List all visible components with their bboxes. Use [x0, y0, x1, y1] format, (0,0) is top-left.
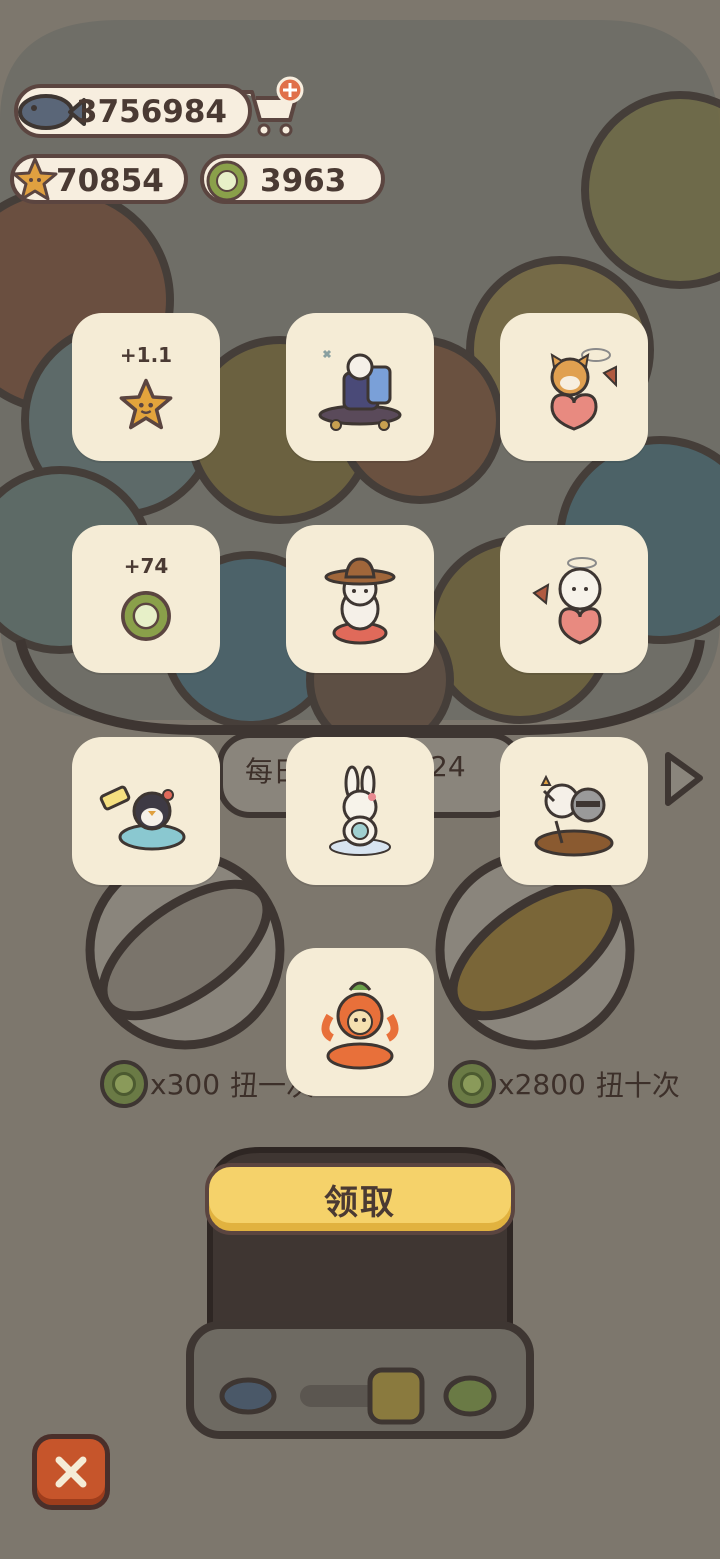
star-icon [119, 378, 173, 430]
next-arrow-button[interactable] [660, 748, 710, 810]
reward-amount: +1.1 [119, 343, 173, 367]
star-currency-pill: 70854 [10, 154, 188, 204]
coin-count: 3963 [260, 163, 347, 199]
reward-card-penguin-bath[interactable] [72, 737, 220, 885]
star-icon [12, 156, 58, 206]
coin-icon [204, 158, 250, 208]
raccoon-skateboard-charm-icon [318, 349, 402, 431]
close-button[interactable] [32, 1434, 110, 1510]
spin-once-cost: x300 [150, 1067, 221, 1101]
reward-card-raccoon-skateboard[interactable] [286, 313, 434, 461]
cowboy-cat-charm-icon [324, 557, 396, 645]
spin-ten-label[interactable]: x2800 扭十次 [448, 1060, 680, 1108]
reward-card-carrot-bunny[interactable] [286, 948, 434, 1096]
reward-card-bunny-cloud[interactable] [286, 737, 434, 885]
penguin-bath-charm-icon [99, 785, 186, 851]
carrot-bunny-charm-icon [321, 981, 399, 1070]
coin-icon [448, 1060, 496, 1108]
cat-raccoon-boat-charm-icon [534, 774, 614, 857]
bunny-cloud-charm-icon [329, 765, 391, 856]
reward-card-cat-raccoon-boat[interactable] [500, 737, 648, 885]
close-icon [55, 1456, 87, 1488]
reward-card-angel-sheep[interactable] [500, 525, 648, 673]
reward-card-star[interactable]: +1.1 [72, 313, 220, 461]
angel-sheep-heart-charm-icon [532, 557, 602, 645]
reward-card-coin[interactable]: +74 [72, 525, 220, 673]
daily-label-right: 24 [430, 750, 466, 783]
cart-plus-icon [242, 76, 304, 137]
spin-once-label[interactable]: x300 扭一次 [100, 1060, 314, 1108]
coin-currency-pill: 3963 [200, 154, 385, 204]
coin-icon [100, 1060, 148, 1108]
claim-button[interactable]: 领取 [205, 1163, 515, 1235]
coin-icon [121, 591, 171, 641]
fish-currency-pill: 3756984 [14, 84, 252, 138]
reward-amount: +74 [123, 554, 169, 578]
spin-ten-cost: x2800 [498, 1067, 586, 1101]
reward-card-shiba-heart[interactable] [500, 313, 648, 461]
reward-card-cowboy-cat[interactable] [286, 525, 434, 673]
star-count: 70854 [56, 163, 164, 199]
shop-cart-button[interactable] [236, 74, 306, 140]
spin-ten-text: 扭十次 [595, 1069, 680, 1102]
fish-count: 3756984 [76, 94, 227, 130]
shiba-heart-charm-icon [550, 348, 617, 431]
